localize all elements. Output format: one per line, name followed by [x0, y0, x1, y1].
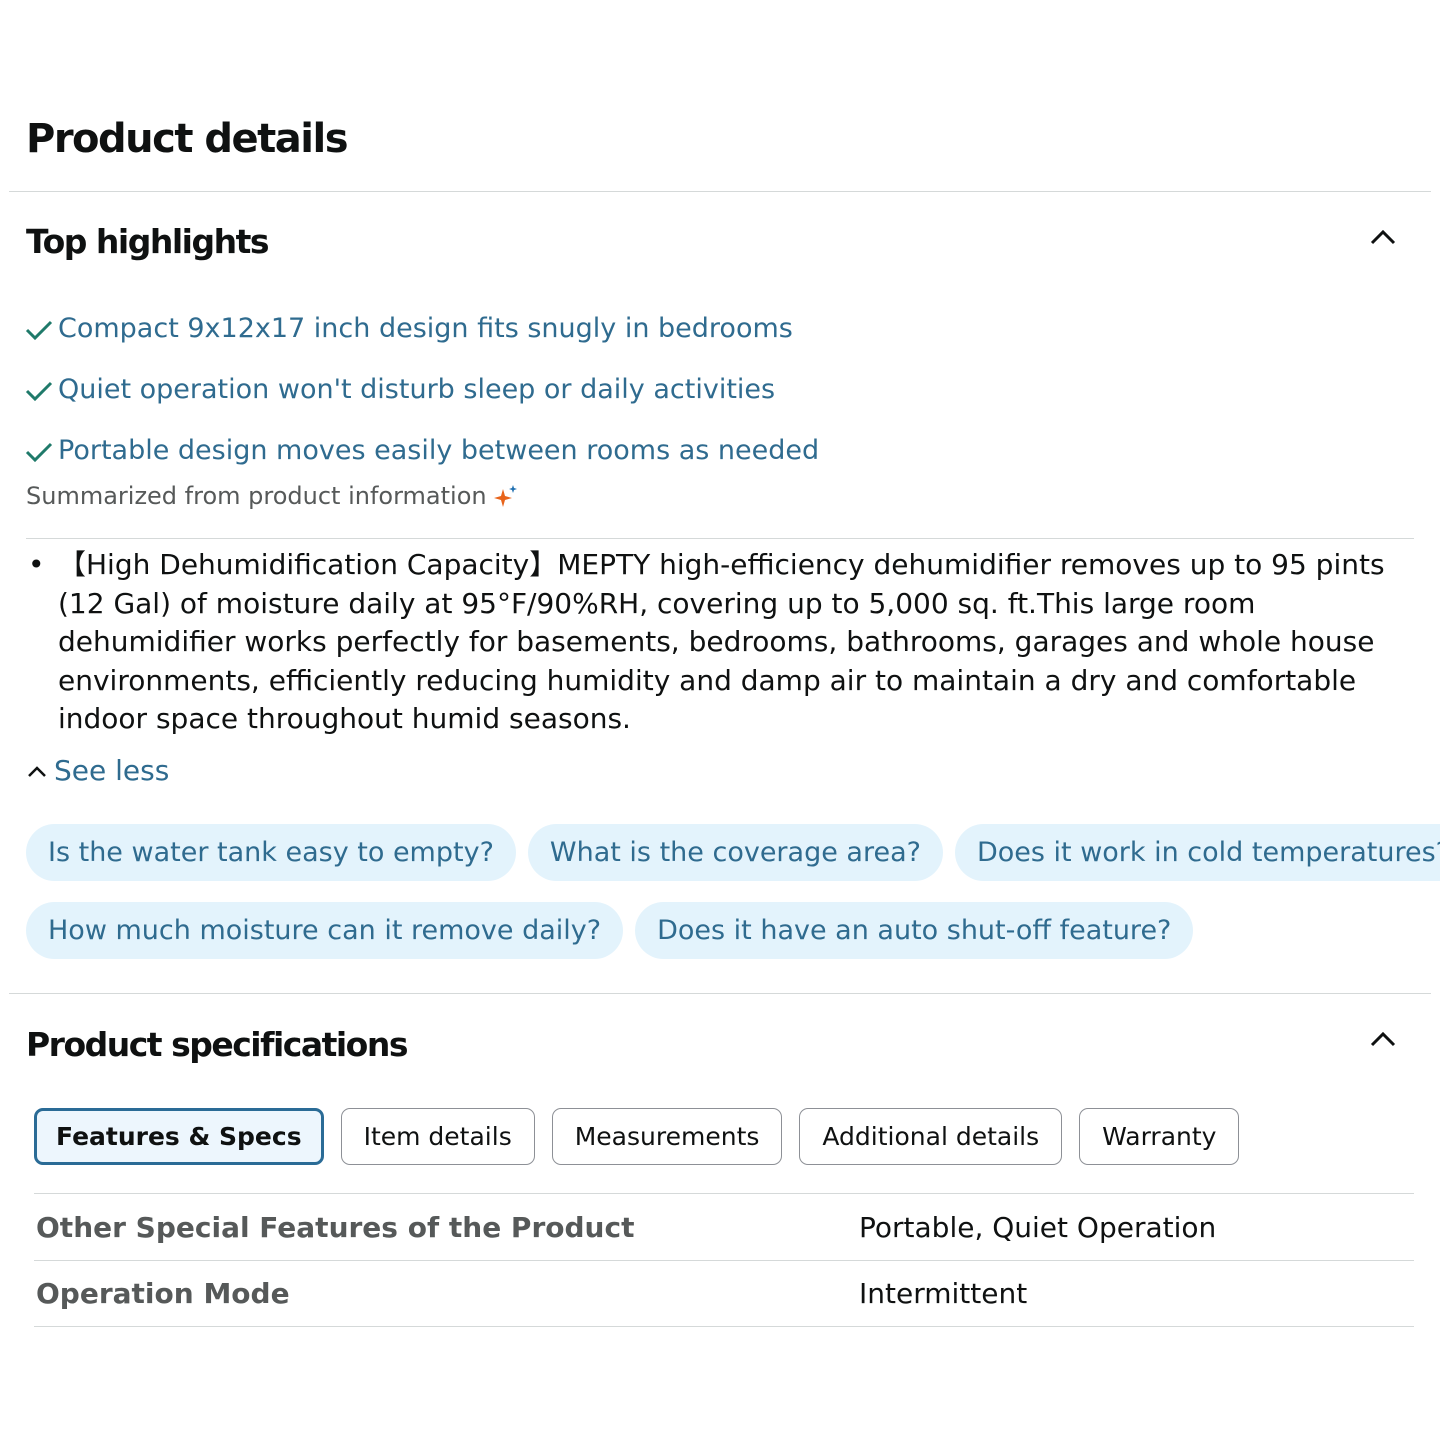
collapse-highlights-button[interactable] — [1366, 220, 1400, 254]
summary-note: Summarized from product information — [26, 482, 519, 510]
about-bullet-item: • 【High Dehumidification Capacity】MEPTY … — [28, 546, 1408, 739]
highlight-text: Quiet operation won't disturb sleep or d… — [58, 374, 776, 405]
check-icon — [25, 442, 53, 462]
check-icon — [25, 320, 53, 340]
bullet-icon: • — [28, 548, 45, 581]
table-row: Operation Mode Intermittent — [34, 1260, 1414, 1327]
product-specifications-title: Product specifications — [26, 1025, 408, 1064]
divider — [26, 538, 1414, 539]
tab-additional-details[interactable]: Additional details — [799, 1108, 1063, 1165]
spec-value: Intermittent — [859, 1277, 1028, 1310]
question-chip[interactable]: How much moisture can it remove daily? — [26, 902, 624, 959]
tab-item-details[interactable]: Item details — [340, 1108, 535, 1165]
question-chip[interactable]: Does it work in cold temperatures? — [954, 824, 1440, 881]
about-bullet-text: 【High Dehumidification Capacity】MEPTY hi… — [58, 548, 1385, 735]
highlights-list: Compact 9x12x17 inch design fits snugly … — [24, 298, 819, 481]
check-icon — [25, 381, 53, 401]
question-row: How much moisture can it remove daily? D… — [26, 902, 1426, 959]
chevron-up-icon — [28, 765, 46, 777]
ai-sparkle-icon — [493, 485, 517, 507]
see-less-link[interactable]: See less — [26, 754, 169, 787]
about-bullets: • 【High Dehumidification Capacity】MEPTY … — [28, 546, 1408, 739]
highlight-item: Compact 9x12x17 inch design fits snugly … — [24, 298, 819, 359]
spec-value: Portable, Quiet Operation — [859, 1210, 1217, 1244]
spec-table: Other Special Features of the Product Po… — [34, 1193, 1414, 1327]
see-less-label: See less — [54, 754, 170, 787]
question-chip[interactable]: Does it have an auto shut-off feature? — [635, 902, 1194, 959]
suggested-questions: Is the water tank easy to empty? What is… — [26, 824, 1440, 980]
highlight-text: Compact 9x12x17 inch design fits snugly … — [58, 313, 793, 344]
highlight-item: Quiet operation won't disturb sleep or d… — [24, 359, 819, 420]
tab-measurements[interactable]: Measurements — [551, 1108, 783, 1165]
question-chip[interactable]: What is the coverage area? — [527, 824, 943, 881]
divider — [9, 993, 1431, 994]
chevron-up-icon — [1370, 229, 1396, 245]
page-title: Product details — [26, 116, 349, 162]
spec-label: Operation Mode — [36, 1277, 290, 1310]
highlight-item: Portable design moves easily between roo… — [24, 420, 819, 481]
question-row: Is the water tank easy to empty? What is… — [26, 824, 1440, 881]
top-highlights-title: Top highlights — [26, 222, 270, 261]
highlight-text: Portable design moves easily between roo… — [58, 435, 820, 466]
tab-warranty[interactable]: Warranty — [1079, 1108, 1240, 1165]
table-row: Other Special Features of the Product Po… — [34, 1193, 1414, 1260]
spec-tabs: Features & Specs Item details Measuremen… — [34, 1108, 1240, 1165]
chevron-up-icon — [1370, 1031, 1396, 1047]
summary-text: Summarized from product information — [26, 482, 487, 510]
tab-features-specs[interactable]: Features & Specs — [34, 1108, 324, 1165]
spec-label: Other Special Features of the Product — [36, 1210, 635, 1244]
divider — [9, 191, 1431, 192]
question-chip[interactable]: Is the water tank easy to empty? — [26, 824, 516, 881]
collapse-specifications-button[interactable] — [1366, 1022, 1400, 1056]
